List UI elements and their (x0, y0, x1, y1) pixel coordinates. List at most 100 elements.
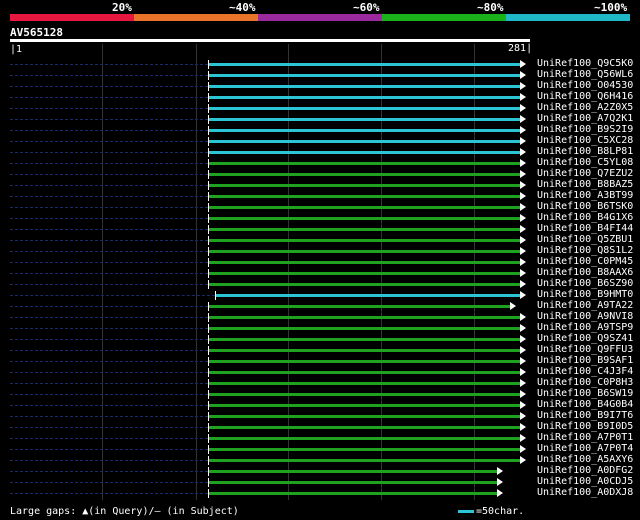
hit-name-link[interactable]: UniRef100_O04530 (537, 80, 633, 91)
hit-name-link[interactable]: UniRef100_A0DXJ8 (537, 487, 633, 498)
hit-name-link[interactable]: UniRef100_A7Q2K1 (537, 113, 633, 124)
hit-name-link[interactable]: UniRef100_B9I7T6 (537, 410, 633, 421)
hit-end-arrow-icon (520, 192, 526, 200)
hit-alignment-bar[interactable] (209, 107, 520, 110)
hit-alignment-bar[interactable] (209, 250, 520, 253)
hit-alignment-bar[interactable] (209, 272, 520, 275)
hit-alignment-bar[interactable] (209, 239, 520, 242)
hit-name-link[interactable]: UniRef100_A9NVI8 (537, 311, 633, 322)
hit-alignment-bar[interactable] (209, 85, 520, 88)
hit-alignment-bar[interactable] (216, 294, 520, 297)
hit-name-link[interactable]: UniRef100_Q5ZBU1 (537, 234, 633, 245)
hit-alignment-bar[interactable] (209, 371, 520, 374)
hit-alignment-bar[interactable] (209, 228, 520, 231)
hit-alignment-bar[interactable] (209, 404, 520, 407)
hit-end-arrow-icon (520, 93, 526, 101)
hit-alignment-bar[interactable] (209, 393, 520, 396)
hit-name-link[interactable]: UniRef100_B6SZ90 (537, 278, 633, 289)
hit-end-arrow-icon (520, 71, 526, 79)
hit-name-link[interactable]: UniRef100_Q56WL6 (537, 69, 633, 80)
hit-alignment-bar[interactable] (209, 195, 520, 198)
hit-name-link[interactable]: UniRef100_Q9C5K0 (537, 58, 633, 69)
hit-alignment-bar[interactable] (209, 316, 520, 319)
hit-alignment-bar[interactable] (209, 338, 520, 341)
hit-unaligned-region (10, 174, 208, 176)
hit-alignment-bar[interactable] (209, 118, 520, 121)
hit-name-link[interactable]: UniRef100_A9TSP9 (537, 322, 633, 333)
hit-name-link[interactable]: UniRef100_A7P0T4 (537, 443, 633, 454)
hit-name-link[interactable]: UniRef100_B9I0D5 (537, 421, 633, 432)
hit-end-arrow-icon (520, 368, 526, 376)
hit-alignment-bar[interactable] (209, 217, 520, 220)
hit-name-link[interactable]: UniRef100_B8BAZ5 (537, 179, 633, 190)
hit-alignment-bar[interactable] (209, 360, 520, 363)
hit-alignment-bar[interactable] (209, 426, 520, 429)
hit-alignment-bar[interactable] (209, 327, 520, 330)
hit-alignment-bar[interactable] (209, 448, 520, 451)
hit-name-link[interactable]: UniRef100_Q7EZU2 (537, 168, 633, 179)
hit-alignment-bar[interactable] (209, 481, 497, 484)
hit-end-arrow-icon (520, 280, 526, 288)
hit-end-arrow-icon (520, 137, 526, 145)
hit-unaligned-region (10, 64, 208, 66)
hit-alignment-bar[interactable] (209, 305, 510, 308)
hit-name-link[interactable]: UniRef100_B8LP81 (537, 146, 633, 157)
hit-name-link[interactable]: UniRef100_B8AAX6 (537, 267, 633, 278)
hit-alignment-bar[interactable] (209, 140, 520, 143)
hit-row[interactable]: UniRef100_A0DXJ8 (0, 487, 640, 499)
hit-list: UniRef100_Q9C5K0 UniRef100_Q56WL6 UniRef10… (0, 0, 640, 520)
hit-name-link[interactable]: UniRef100_C5XC28 (537, 135, 633, 146)
hit-name-link[interactable]: UniRef100_C0PM45 (537, 256, 633, 267)
hit-name-link[interactable]: UniRef100_A5AXY6 (537, 454, 633, 465)
hit-alignment-bar[interactable] (209, 96, 520, 99)
hit-alignment-bar[interactable] (209, 415, 520, 418)
hit-name-link[interactable]: UniRef100_B9S2I9 (537, 124, 633, 135)
hit-name-link[interactable]: UniRef100_B6SW19 (537, 388, 633, 399)
hit-alignment-bar[interactable] (209, 206, 520, 209)
hit-name-link[interactable]: UniRef100_A0CDJ5 (537, 476, 633, 487)
hit-name-link[interactable]: UniRef100_C4J3F4 (537, 366, 633, 377)
hit-alignment-bar[interactable] (209, 173, 520, 176)
hit-name-link[interactable]: UniRef100_C0P8H3 (537, 377, 633, 388)
hit-alignment-bar[interactable] (209, 283, 520, 286)
hit-alignment-bar[interactable] (209, 492, 497, 495)
hit-name-link[interactable]: UniRef100_B9SAF1 (537, 355, 633, 366)
hit-name-link[interactable]: UniRef100_A0DFG2 (537, 465, 633, 476)
hit-end-arrow-icon (497, 478, 503, 486)
hit-name-link[interactable]: UniRef100_B4G1X6 (537, 212, 633, 223)
hit-name-link[interactable]: UniRef100_A2Z0X5 (537, 102, 633, 113)
hit-name-link[interactable]: UniRef100_B4G0B4 (537, 399, 633, 410)
hit-name-link[interactable]: UniRef100_Q9FFU3 (537, 344, 633, 355)
hit-name-link[interactable]: UniRef100_Q6H416 (537, 91, 633, 102)
hit-unaligned-region (10, 86, 208, 88)
hit-alignment-bar[interactable] (209, 129, 520, 132)
hit-end-arrow-icon (520, 148, 526, 156)
hit-alignment-bar[interactable] (209, 437, 520, 440)
hit-alignment-bar[interactable] (209, 382, 520, 385)
hit-end-arrow-icon (520, 335, 526, 343)
hit-alignment-bar[interactable] (209, 162, 520, 165)
hit-end-arrow-icon (520, 104, 526, 112)
hit-name-link[interactable]: UniRef100_B6TSK0 (537, 201, 633, 212)
hit-name-link[interactable]: UniRef100_B9HMT0 (537, 289, 633, 300)
hit-end-arrow-icon (520, 291, 526, 299)
hit-name-link[interactable]: UniRef100_A3BT99 (537, 190, 633, 201)
hit-name-link[interactable]: UniRef100_A9TA22 (537, 300, 633, 311)
hit-alignment-bar[interactable] (209, 261, 520, 264)
hit-name-link[interactable]: UniRef100_A7P0T1 (537, 432, 633, 443)
hit-alignment-bar[interactable] (209, 151, 520, 154)
hit-end-arrow-icon (520, 423, 526, 431)
hit-name-link[interactable]: UniRef100_B4FI44 (537, 223, 633, 234)
hit-alignment-bar[interactable] (209, 74, 520, 77)
hit-alignment-bar[interactable] (209, 63, 520, 66)
hit-alignment-bar[interactable] (209, 470, 497, 473)
hit-unaligned-region (10, 119, 208, 121)
hit-name-link[interactable]: UniRef100_Q9SZ41 (537, 333, 633, 344)
hit-alignment-bar[interactable] (209, 184, 520, 187)
hit-name-link[interactable]: UniRef100_C5YL08 (537, 157, 633, 168)
hit-end-arrow-icon (520, 82, 526, 90)
hit-alignment-bar[interactable] (209, 349, 520, 352)
hit-name-link[interactable]: UniRef100_Q8S1L2 (537, 245, 633, 256)
hit-unaligned-region (10, 152, 208, 154)
hit-alignment-bar[interactable] (209, 459, 520, 462)
